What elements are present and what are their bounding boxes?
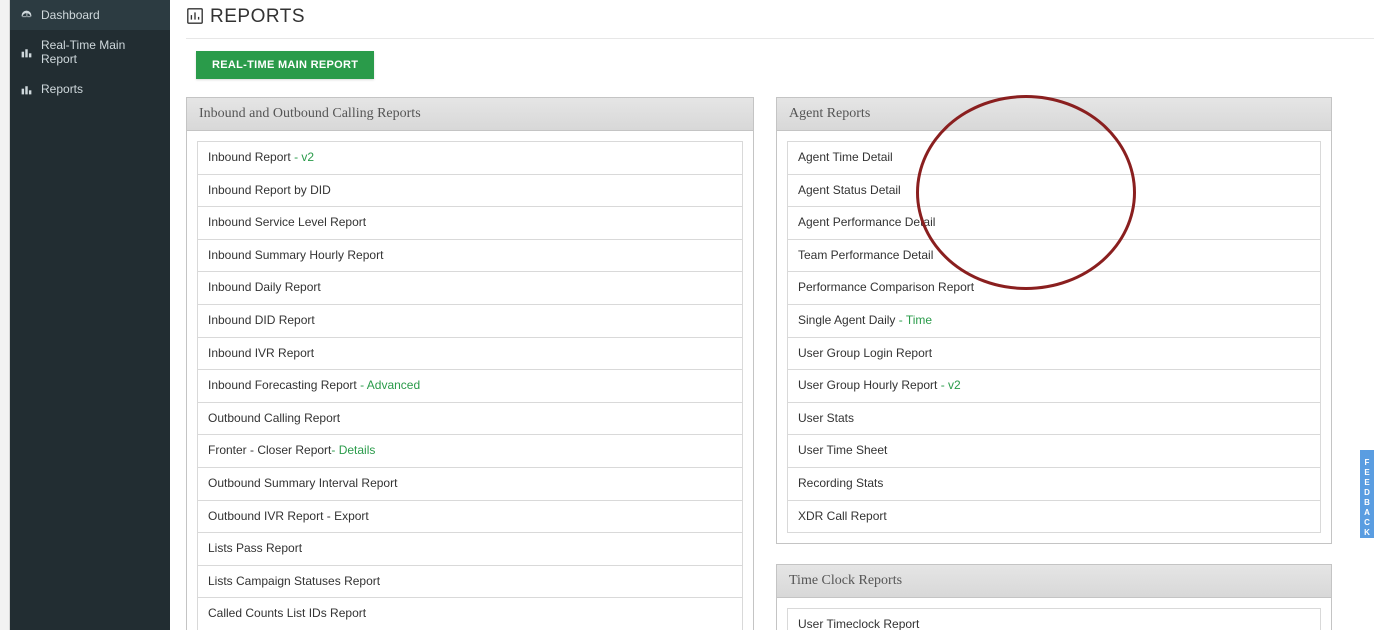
list-item-label: Agent Status Detail bbox=[798, 183, 901, 197]
sidebar-item-realtime[interactable]: Real-Time Main Report bbox=[10, 30, 170, 74]
list-item[interactable]: User Group Login Report bbox=[788, 338, 1320, 371]
list-item[interactable]: Lists Pass Report bbox=[198, 533, 742, 566]
list-item-label: Called Counts List IDs Report bbox=[208, 606, 366, 620]
list-item-label: Outbound Summary Interval Report bbox=[208, 476, 397, 490]
dashboard-icon bbox=[20, 9, 33, 22]
list-item-label: Team Performance Detail bbox=[798, 248, 933, 262]
list-item-label: Lists Pass Report bbox=[208, 541, 302, 555]
bar-chart-icon bbox=[186, 7, 204, 28]
bar-chart-icon bbox=[20, 83, 33, 96]
list-item-label: Inbound Report bbox=[208, 150, 291, 164]
sidebar-item-label: Reports bbox=[41, 82, 83, 96]
list-item-label: User Stats bbox=[798, 411, 854, 425]
list-item[interactable]: Called Counts List IDs Report bbox=[198, 598, 742, 630]
list-item[interactable]: Team Performance Detail bbox=[788, 240, 1320, 273]
list-item-label: Performance Comparison Report bbox=[798, 280, 974, 294]
list-item-label: Agent Performance Detail bbox=[798, 215, 935, 229]
sidebar-item-label: Real-Time Main Report bbox=[41, 38, 160, 66]
list-item[interactable]: XDR Call Report bbox=[788, 501, 1320, 534]
list-item[interactable]: Inbound Daily Report bbox=[198, 272, 742, 305]
sidebar-item-reports[interactable]: Reports bbox=[10, 74, 170, 104]
list-item[interactable]: User Stats bbox=[788, 403, 1320, 436]
list-item[interactable]: Outbound IVR Report - Export bbox=[198, 501, 742, 534]
list-item-label: Outbound Calling Report bbox=[208, 411, 340, 425]
list-item-suffix: - v2 bbox=[291, 150, 314, 164]
list-item[interactable]: Inbound Summary Hourly Report bbox=[198, 240, 742, 273]
list-item[interactable]: Fronter - Closer Report- Details bbox=[198, 435, 742, 468]
list-item-label: Inbound Daily Report bbox=[208, 280, 321, 294]
list-item-label: Outbound IVR Report - Export bbox=[208, 509, 369, 523]
panel-header: Time Clock Reports bbox=[777, 565, 1331, 598]
list-item[interactable]: Recording Stats bbox=[788, 468, 1320, 501]
list-item-label: XDR Call Report bbox=[798, 509, 887, 523]
list-item[interactable]: Agent Status Detail bbox=[788, 175, 1320, 208]
page-title-row: REPORTS bbox=[186, 6, 1374, 28]
list-item-label: Inbound DID Report bbox=[208, 313, 315, 327]
panel-agent-reports: Agent Reports Agent Time Detail Agent Sta… bbox=[776, 97, 1332, 544]
list-item-label: Inbound Service Level Report bbox=[208, 215, 366, 229]
panel-inbound-outbound: Inbound and Outbound Calling Reports Inb… bbox=[186, 97, 754, 630]
list-item-suffix: - v2 bbox=[937, 378, 960, 392]
list-item-label: Lists Campaign Statuses Report bbox=[208, 574, 380, 588]
list-item[interactable]: User Timeclock Report bbox=[788, 609, 1320, 630]
panel-header: Agent Reports bbox=[777, 98, 1331, 131]
list-item-label: Inbound Summary Hourly Report bbox=[208, 248, 383, 262]
ruler-edge bbox=[0, 0, 10, 630]
list-item[interactable]: Single Agent Daily - Time bbox=[788, 305, 1320, 338]
list-item-label: Recording Stats bbox=[798, 476, 883, 490]
list-item[interactable]: User Group Hourly Report - v2 bbox=[788, 370, 1320, 403]
list-item-label: Inbound Forecasting Report bbox=[208, 378, 357, 392]
list-item-label: User Timeclock Report bbox=[798, 617, 919, 630]
realtime-main-report-button[interactable]: REAL-TIME MAIN REPORT bbox=[196, 51, 374, 79]
panel-timeclock-reports: Time Clock Reports User Timeclock Report… bbox=[776, 564, 1332, 630]
list-item[interactable]: Lists Campaign Statuses Report bbox=[198, 566, 742, 599]
list-item-suffix: - Time bbox=[895, 313, 932, 327]
page-title: REPORTS bbox=[210, 6, 305, 28]
list-item[interactable]: Outbound Calling Report bbox=[198, 403, 742, 436]
list-item[interactable]: Outbound Summary Interval Report bbox=[198, 468, 742, 501]
sidebar-item-label: Dashboard bbox=[41, 8, 100, 22]
list-item[interactable]: Inbound Service Level Report bbox=[198, 207, 742, 240]
list-item[interactable]: Agent Time Detail bbox=[788, 142, 1320, 175]
list-item[interactable]: Inbound DID Report bbox=[198, 305, 742, 338]
list-item[interactable]: Inbound Report - v2 bbox=[198, 142, 742, 175]
list-item-label: Single Agent Daily bbox=[798, 313, 895, 327]
list-item[interactable]: Performance Comparison Report bbox=[788, 272, 1320, 305]
list-item-label: Agent Time Detail bbox=[798, 150, 893, 164]
sidebar-item-dashboard[interactable]: Dashboard bbox=[10, 0, 170, 30]
list-item[interactable]: Agent Performance Detail bbox=[788, 207, 1320, 240]
list-item-label: User Group Login Report bbox=[798, 346, 932, 360]
list-item[interactable]: User Time Sheet bbox=[788, 435, 1320, 468]
list-item-suffix: - Details bbox=[331, 443, 375, 457]
list-item-label: User Group Hourly Report bbox=[798, 378, 937, 392]
list-item-label: Fronter - Closer Report bbox=[208, 443, 331, 457]
sidebar-nav: Dashboard Real-Time Main Report Reports bbox=[10, 0, 170, 630]
list-item-label: Inbound Report by DID bbox=[208, 183, 331, 197]
list-item[interactable]: Inbound Forecasting Report - Advanced bbox=[198, 370, 742, 403]
list-item-label: Inbound IVR Report bbox=[208, 346, 314, 360]
main-content: REPORTS REAL-TIME MAIN REPORT Inbound an… bbox=[170, 0, 1374, 630]
list-item-label: User Time Sheet bbox=[798, 443, 887, 457]
feedback-tab[interactable]: FEEDBACK bbox=[1360, 450, 1374, 538]
bar-chart-icon bbox=[20, 46, 33, 59]
list-item-suffix: - Advanced bbox=[357, 378, 420, 392]
list-item[interactable]: Inbound Report by DID bbox=[198, 175, 742, 208]
panel-header: Inbound and Outbound Calling Reports bbox=[187, 98, 753, 131]
list-item[interactable]: Inbound IVR Report bbox=[198, 338, 742, 371]
